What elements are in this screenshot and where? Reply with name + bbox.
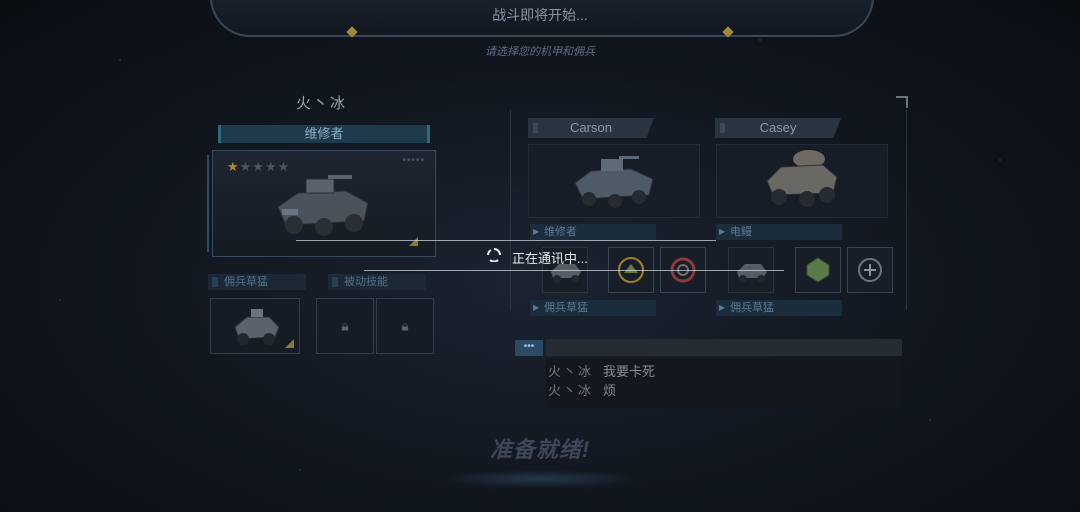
mercenary-role-carson: 维修者 xyxy=(530,224,656,240)
loading-spinner-icon xyxy=(487,248,501,262)
mercenary-slot-label: 佣兵草猛 xyxy=(208,274,306,290)
star-filled-icon: ★ xyxy=(227,159,240,174)
ready-glow xyxy=(440,470,640,488)
chat-text: 烦 xyxy=(603,383,617,398)
casey-skill-2[interactable] xyxy=(847,247,893,293)
mercenary-slot[interactable] xyxy=(210,298,300,354)
locked-skill-slot-1[interactable]: 🔒︎ xyxy=(316,298,374,354)
mercenary-vehicle-icon xyxy=(234,309,280,345)
lock-icon: 🔒︎ xyxy=(401,317,409,334)
carson-vehicle-icon xyxy=(574,156,654,208)
turtle-shield-icon xyxy=(806,257,830,283)
battle-title: 战斗即将开始... xyxy=(492,7,588,23)
chat-sender: 火丶冰 xyxy=(548,364,594,379)
player-name: 火丶冰 xyxy=(296,95,348,112)
loading-line-bottom xyxy=(364,270,784,271)
casey-skill-1[interactable] xyxy=(795,247,841,293)
mercenary-portrait-carson[interactable] xyxy=(528,144,700,218)
mercenary-name-carson[interactable]: Carson xyxy=(528,118,654,138)
battle-subtitle: 请选择您的机甲和佣兵 xyxy=(485,46,595,58)
casey-vehicle-icon xyxy=(766,150,838,207)
mercenary-name-casey[interactable]: Casey xyxy=(715,118,841,138)
chat-message: 火丶冰烦 xyxy=(548,380,616,399)
loading-text: 正在通讯中... xyxy=(512,251,588,266)
panel-divider xyxy=(906,110,907,310)
power-up-icon xyxy=(858,258,882,282)
lock-icon: 🔒︎ xyxy=(341,317,349,334)
panel-corner-bracket xyxy=(896,96,908,108)
carson-sub-label: 佣兵草猛 xyxy=(530,300,656,316)
mercenary-portrait-casey[interactable] xyxy=(716,144,888,218)
slot-corner-marker-icon xyxy=(285,339,294,348)
chat-message: 火丶冰 我要卡死 xyxy=(548,361,655,380)
chat-tab[interactable]: ••• xyxy=(515,340,543,356)
card-corner-marker-icon xyxy=(409,237,418,246)
mercenary-role-casey: 电鳗 xyxy=(716,224,842,240)
ready-button[interactable]: 准备就绪! xyxy=(0,432,1080,464)
player-role-banner: 维修者 xyxy=(218,125,430,143)
loading-line-top xyxy=(296,240,716,241)
card-dots-icon: ••••• xyxy=(402,155,425,166)
passive-skill-label: 被动技能 xyxy=(328,274,426,290)
chat-input[interactable] xyxy=(546,339,902,356)
locked-skill-slot-2[interactable]: 🔒︎ xyxy=(376,298,434,354)
panel-divider xyxy=(510,110,511,310)
casey-sub-label: 佣兵草猛 xyxy=(716,300,842,316)
mech-vehicle-icon xyxy=(277,175,369,236)
chat-text: 我要卡死 xyxy=(603,364,656,379)
chat-sender: 火丶冰 xyxy=(548,383,594,398)
